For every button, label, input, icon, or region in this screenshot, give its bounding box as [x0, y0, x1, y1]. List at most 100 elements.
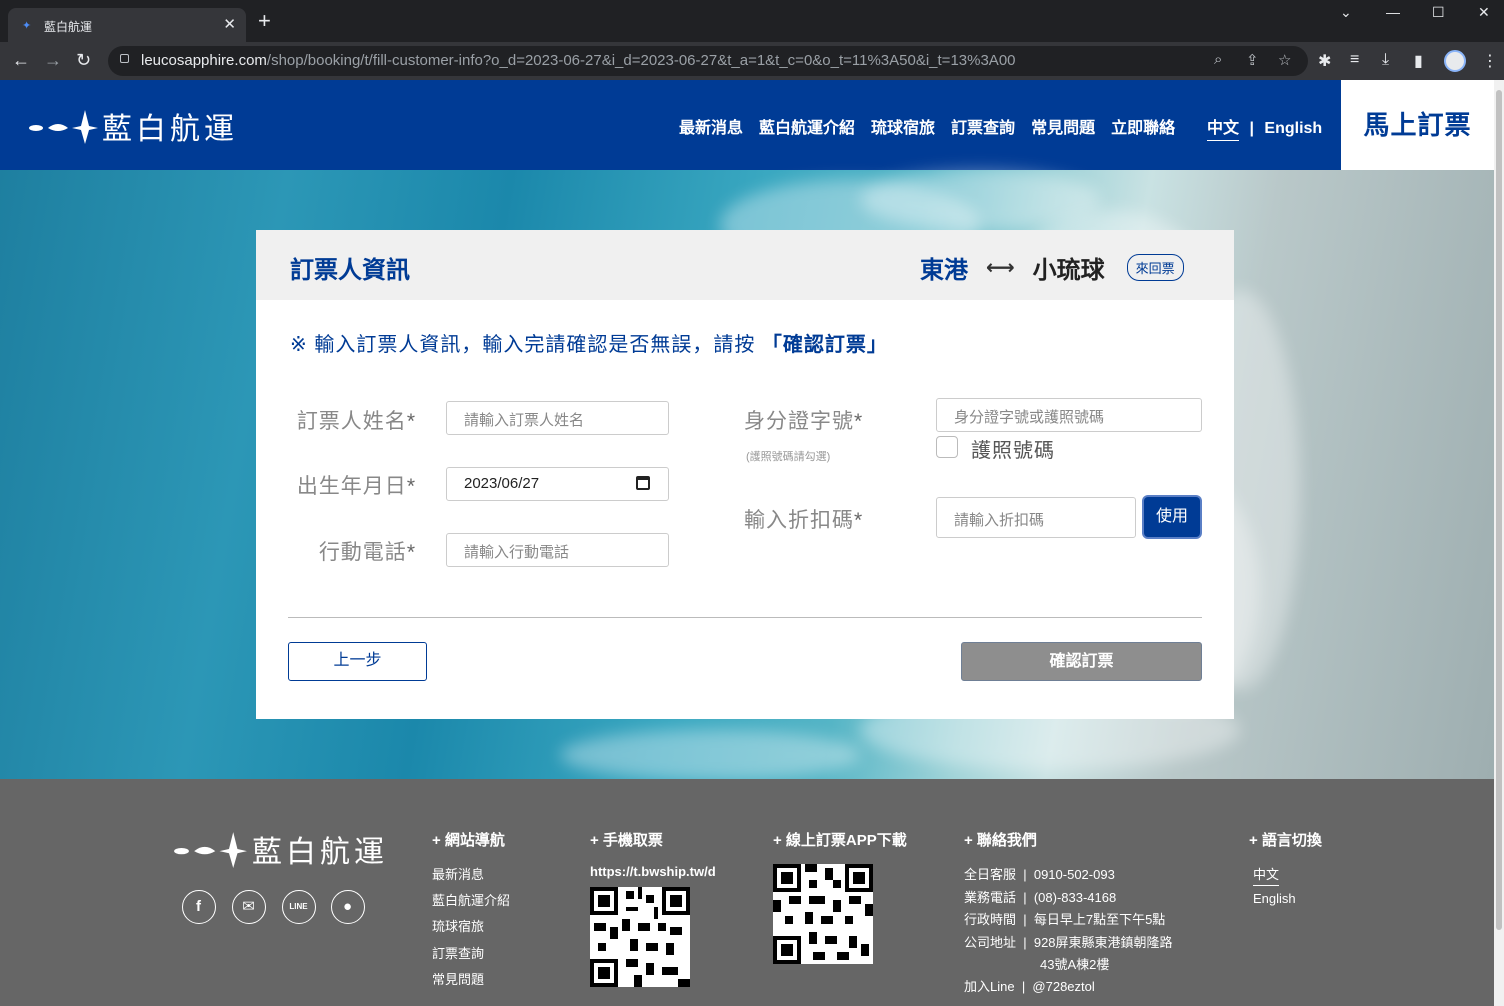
round-trip-arrow-icon: ⟷: [986, 257, 1015, 279]
phone-label: 行動電話*: [318, 541, 416, 564]
name-label: 訂票人姓名*: [296, 410, 416, 433]
nav-faq[interactable]: 常見問題: [1031, 114, 1095, 138]
line-icon[interactable]: LINE: [282, 890, 316, 924]
tab-title: 藍白航運: [44, 20, 93, 34]
bookmark-star-icon[interactable]: ☆: [1278, 51, 1291, 69]
footer-link-stay[interactable]: 琉球宿旅: [432, 916, 484, 935]
book-now-button[interactable]: 馬上訂票: [1341, 80, 1494, 170]
calendar-icon[interactable]: [636, 476, 650, 490]
contact-row-hours: 行政時間 | 每日早上7點至下午5點: [964, 912, 1166, 927]
id-input[interactable]: 身分證字號或護照號碼: [936, 398, 1202, 432]
footer-nav-heading: + 網站導航: [432, 832, 505, 849]
url-text[interactable]: leucosapphire.com/shop/booking/t/fill-cu…: [141, 52, 1016, 69]
nav-ticket-query[interactable]: 訂票查詢: [951, 114, 1015, 138]
route-summary: 東港 ⟷ 小琉球 來回票: [920, 250, 1184, 285]
contact-row-business: 業務電話 | (08)-833-4168: [964, 890, 1117, 905]
id-label: 身分證字號*: [744, 410, 864, 433]
apply-discount-button[interactable]: 使用: [1144, 497, 1200, 537]
zoom-search-icon[interactable]: ⌕: [1214, 51, 1222, 68]
id-sub-hint: (護照號碼請勾選): [746, 451, 831, 463]
nav-news[interactable]: 最新消息: [679, 114, 743, 138]
lang-en-link[interactable]: English: [1264, 120, 1322, 137]
contact-row-address: 公司地址 | 928屏東縣東港鎮朝隆路: [964, 935, 1173, 950]
discount-input[interactable]: 請輸入折扣碼: [936, 497, 1136, 538]
main-nav: 最新消息 藍白航運介紹 琉球宿旅 訂票查詢 常見問題 立即聯絡: [679, 114, 1191, 138]
birthdate-input[interactable]: 2023/06/27: [446, 467, 669, 501]
browser-tab-strip: ✦ 藍白航運 ✕ + ⌄ — ☐ ✕: [0, 0, 1504, 42]
forward-icon[interactable]: →: [44, 50, 62, 70]
reload-icon[interactable]: ↻: [76, 50, 91, 70]
maximize-icon[interactable]: ☐: [1432, 4, 1445, 21]
scrollbar-thumb[interactable]: [1496, 90, 1502, 930]
discount-label: 輸入折扣碼*: [744, 509, 864, 532]
mail-icon[interactable]: ✉: [232, 890, 266, 924]
passport-checkbox-label[interactable]: 護照號碼: [971, 434, 1055, 463]
footer-link-faq[interactable]: 常見問題: [432, 969, 484, 988]
language-switch: 中文 | English: [1207, 114, 1322, 141]
lang-separator: |: [1249, 120, 1254, 137]
footer-lang-zh[interactable]: 中文: [1253, 864, 1280, 886]
download-icon[interactable]: ⤓: [1382, 51, 1389, 69]
facebook-icon[interactable]: f: [182, 890, 216, 924]
media-queue-icon[interactable]: ≡: [1350, 51, 1359, 69]
name-input[interactable]: 請輸入訂票人姓名: [446, 401, 669, 435]
browser-toolbar: ← → ↻ leucosapphire.com/shop/booking/t/f…: [0, 42, 1504, 80]
passport-checkbox[interactable]: [936, 436, 958, 458]
form-notice: ※ 輸入訂票人資訊，輸入完請確認是否無誤，請按 「確認訂票」: [290, 334, 888, 356]
card-header: 訂票人資訊 東港 ⟷ 小琉球 來回票: [256, 230, 1234, 300]
route-from: 東港: [920, 257, 968, 284]
site-footer: 藍白航運 f ✉ LINE ● + 網站導航 最新消息 藍白航運介紹 琉球宿旅 …: [0, 779, 1494, 1006]
chat-icon[interactable]: ●: [331, 890, 365, 924]
nav-about[interactable]: 藍白航運介紹: [759, 114, 855, 138]
footer-logo-text: 藍白航運: [252, 835, 388, 870]
browser-menu-icon[interactable]: ⋮: [1482, 51, 1498, 71]
footer-link-about[interactable]: 藍白航運介紹: [432, 890, 510, 909]
back-icon[interactable]: ←: [12, 50, 30, 70]
mobile-ticket-qr-code: [590, 887, 690, 987]
new-tab-button[interactable]: +: [258, 10, 271, 32]
footer-link-query[interactable]: 訂票查詢: [432, 943, 484, 962]
trip-type-badge: 來回票: [1126, 254, 1184, 281]
close-window-icon[interactable]: ✕: [1478, 4, 1490, 21]
notice-emphasis: 「確認訂票」: [761, 334, 888, 356]
address-bar[interactable]: leucosapphire.com/shop/booking/t/fill-cu…: [108, 46, 1308, 76]
footer-logo-mark-icon: [174, 832, 247, 868]
footer-link-news[interactable]: 最新消息: [432, 864, 484, 883]
minimize-icon[interactable]: —: [1386, 4, 1400, 20]
mobile-ticket-url[interactable]: https://t.bwship.tw/d: [590, 864, 716, 879]
browser-tab[interactable]: ✦ 藍白航運 ✕: [8, 8, 246, 42]
customer-info-card: 訂票人資訊 東港 ⟷ 小琉球 來回票 ※ 輸入訂票人資訊，輸入完請確認是否無誤，…: [256, 230, 1234, 719]
profile-avatar[interactable]: [1444, 50, 1466, 72]
app-download-heading: + 線上訂票APP下載: [773, 832, 907, 849]
previous-step-button[interactable]: 上一步: [288, 642, 427, 681]
contact-row-line: 加入Line | @728eztol: [964, 979, 1095, 994]
nav-stay[interactable]: 琉球宿旅: [871, 114, 935, 138]
app-download-qr-code: [773, 864, 873, 964]
site-favicon-icon: ✦: [22, 20, 32, 32]
form-divider: [288, 617, 1202, 618]
card-title: 訂票人資訊: [290, 257, 410, 284]
mobile-ticket-heading: + 手機取票: [590, 832, 663, 849]
contact-row-address-2: 43號A棟2樓: [1040, 957, 1110, 972]
contact-row-service: 全日客服 | 0910-502-093: [964, 867, 1115, 882]
side-panel-icon[interactable]: ▮: [1414, 51, 1423, 71]
logo-text: 藍白航運: [102, 112, 238, 147]
lang-zh-link[interactable]: 中文: [1207, 120, 1240, 141]
contact-heading: + 聯絡我們: [964, 832, 1037, 849]
site-logo[interactable]: 藍白航運: [28, 104, 238, 148]
logo-mark-icon: [29, 110, 98, 144]
tab-search-icon[interactable]: ⌄: [1340, 4, 1352, 21]
phone-input[interactable]: 請輸入行動電話: [446, 533, 669, 567]
nav-contact[interactable]: 立即聯絡: [1111, 114, 1175, 138]
birthdate-label: 出生年月日*: [296, 475, 416, 498]
footer-lang-en[interactable]: English: [1253, 891, 1296, 906]
close-tab-icon[interactable]: ✕: [223, 15, 236, 33]
page-scrollbar[interactable]: [1494, 80, 1504, 1006]
confirm-booking-button[interactable]: 確認訂票: [961, 642, 1202, 681]
lock-icon: [120, 54, 129, 63]
footer-logo[interactable]: 藍白航運: [172, 827, 388, 871]
language-heading: + 語言切換: [1249, 832, 1322, 849]
extensions-icon[interactable]: ✱: [1318, 51, 1331, 71]
route-to: 小琉球: [1032, 257, 1105, 284]
share-icon[interactable]: ⇪: [1246, 51, 1259, 69]
